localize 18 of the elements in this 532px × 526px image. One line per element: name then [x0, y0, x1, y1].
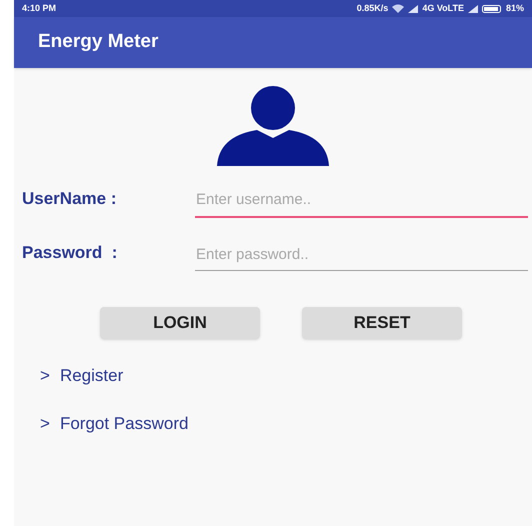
- wifi-icon: [392, 4, 404, 13]
- battery-level: 81%: [506, 2, 524, 15]
- field-label: UserName :: [21, 188, 118, 210]
- field-label: Password :: [21, 242, 118, 264]
- login-button[interactable]: LOGIN: [100, 307, 260, 339]
- network-type: 4G VoLTE: [422, 2, 464, 15]
- app-title: Energy Meter: [38, 30, 158, 54]
- user-icon: [217, 84, 329, 166]
- signal-icon: [408, 4, 418, 12]
- reset-button[interactable]: RESET: [302, 307, 462, 339]
- battery-icon: [482, 4, 502, 12]
- status-time: 4:10 PM: [22, 2, 56, 15]
- input-field[interactable]: Enter username..: [195, 189, 528, 218]
- signal-icon: [468, 4, 478, 12]
- link[interactable]: > Register: [40, 363, 532, 388]
- link[interactable]: > Forgot Password: [40, 410, 532, 436]
- network-speed: 0.85K/s: [356, 2, 388, 15]
- input-field[interactable]: Enter password..: [195, 244, 528, 271]
